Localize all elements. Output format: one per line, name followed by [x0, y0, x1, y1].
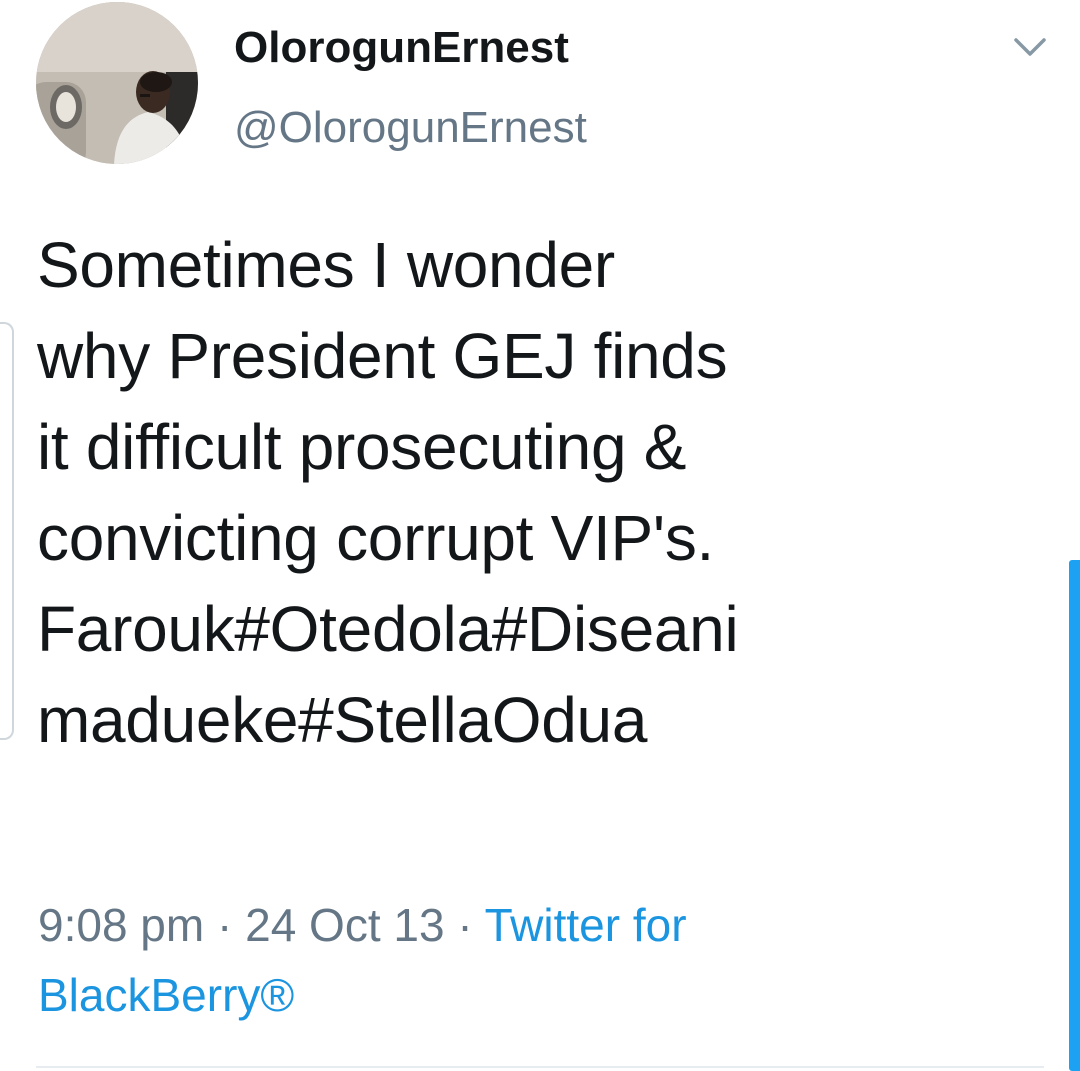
tweet-card[interactable]: OlorogunErnest @OlorogunErnest Sometimes…	[0, 0, 1080, 1071]
avatar[interactable]	[36, 2, 198, 164]
divider	[36, 1066, 1044, 1068]
author-display-name[interactable]: OlorogunErnest	[234, 18, 569, 78]
tweet-text-line: madueke#StellaOdua	[37, 684, 648, 756]
tweet-text-line: Sometimes I wonder	[37, 229, 615, 301]
tweet-text-line: why President GEJ finds	[37, 320, 728, 392]
tweet-text: Sometimes I wonder why President GEJ fin…	[37, 220, 1047, 766]
tweet-source-link[interactable]: Twitter for	[485, 899, 687, 951]
tweet-text-line: it difficult prosecuting &	[37, 411, 687, 483]
tweet-text-line: convicting corrupt VIP's.	[37, 502, 715, 574]
tweet-date[interactable]: 24 Oct 13	[245, 899, 444, 951]
tweet-source-link[interactable]: BlackBerry®	[38, 969, 294, 1021]
tweet-metadata: 9:08 pm · 24 Oct 13 · Twitter for BlackB…	[38, 890, 1048, 1030]
tweet-time[interactable]: 9:08 pm	[38, 899, 204, 951]
scrollbar[interactable]	[1069, 560, 1080, 1071]
chevron-down-icon[interactable]	[1010, 32, 1050, 62]
meta-separator: ·	[204, 899, 246, 951]
meta-separator: ·	[444, 899, 485, 951]
tweet-text-line: Farouk#Otedola#Diseani	[37, 593, 739, 665]
profile-photo-icon	[36, 2, 198, 164]
author-handle[interactable]: @OlorogunErnest	[234, 98, 587, 158]
side-panel-edge	[0, 322, 14, 740]
